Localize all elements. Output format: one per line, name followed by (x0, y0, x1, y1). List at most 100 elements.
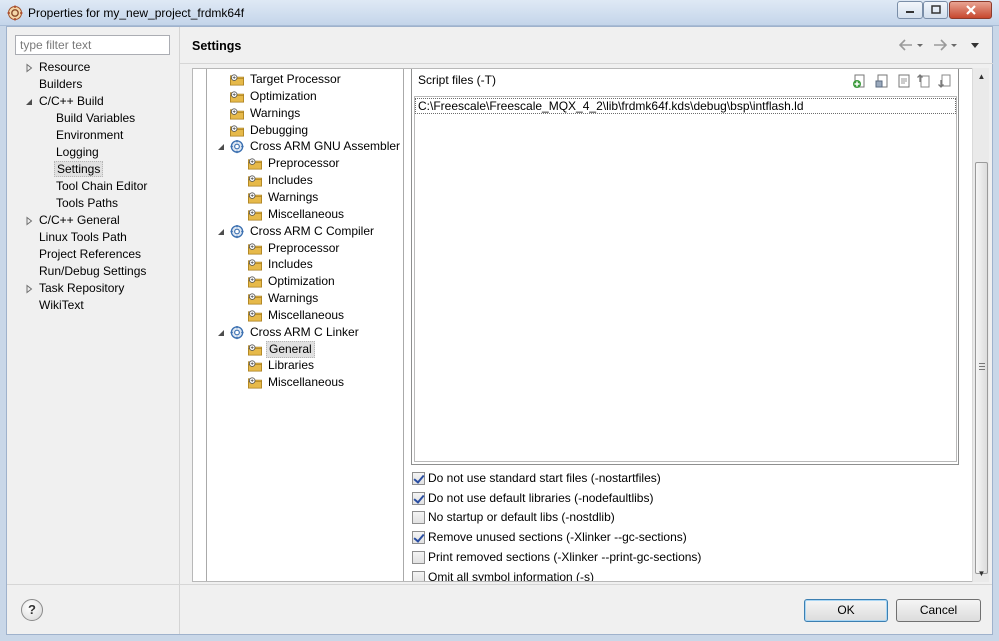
collapsed-twisty-icon[interactable] (24, 63, 34, 73)
expanded-twisty-icon[interactable] (216, 227, 226, 237)
header-divider (180, 63, 993, 64)
page-title: Settings (192, 39, 242, 53)
nav-item-run-debug-settings[interactable]: Run/Debug Settings (37, 263, 148, 280)
tool-gear-icon (230, 325, 244, 340)
settings-folder-icon (230, 108, 244, 120)
move-down-icon[interactable] (937, 73, 953, 89)
forward-dropdown-icon[interactable] (950, 39, 958, 53)
option-label: Omit all symbol information (-s) (428, 570, 595, 582)
checked-checkbox[interactable] (412, 492, 425, 505)
add-workspace-icon[interactable] (874, 73, 890, 89)
nav-item-resource[interactable]: Resource (26, 59, 92, 76)
settings-folder-icon (248, 192, 262, 204)
script-files-list[interactable]: C:\Freescale\Freescale_MQX_4_2\lib\frdmk… (414, 96, 957, 462)
nav-item-label: Tools Paths (56, 196, 119, 210)
unchecked-checkbox[interactable] (412, 571, 425, 581)
expanded-twisty-icon[interactable] (216, 328, 226, 338)
nav-item-linux-tools-path[interactable]: Linux Tools Path (37, 229, 129, 246)
nav-item-environment[interactable]: Environment (54, 127, 125, 144)
tool-tree-label: Includes (268, 173, 313, 187)
nav-item-c-c-build[interactable]: C/C++ Build (26, 93, 106, 110)
nav-item-label: Settings (54, 161, 104, 177)
nav-item-label: Tool Chain Editor (56, 179, 148, 193)
back-arrow-icon[interactable] (898, 39, 913, 53)
option-checkbox-row[interactable]: Do not use default libraries (-nodefault… (412, 490, 653, 506)
checked-checkbox[interactable] (412, 531, 425, 544)
nav-item-settings[interactable]: Settings (54, 161, 104, 178)
nav-item-c-c-general[interactable]: C/C++ General (26, 212, 122, 229)
settings-folder-icon (248, 243, 262, 255)
collapsed-twisty-icon[interactable] (24, 216, 34, 226)
scroll-up-arrow-icon[interactable]: ▲ (973, 68, 990, 85)
option-checkbox-row[interactable]: Print removed sections (-Xlinker --print… (412, 549, 701, 565)
nav-item-label: WikiText (39, 298, 84, 312)
filter-input[interactable] (15, 35, 170, 55)
scrollbar-thumb[interactable] (975, 162, 988, 574)
tool-tree-label: Preprocessor (268, 156, 340, 170)
tool-tree-label: Miscellaneous (268, 308, 345, 322)
nav-item-wikitext[interactable]: WikiText (37, 297, 86, 314)
cancel-button[interactable]: Cancel (896, 599, 981, 622)
maximize-button[interactable] (923, 1, 948, 19)
tool-tree-label: Cross ARM C Compiler (250, 224, 375, 238)
unchecked-checkbox[interactable] (412, 511, 425, 524)
back-dropdown-icon[interactable] (916, 39, 924, 53)
settings-folder-icon (248, 360, 262, 372)
nav-item-tools-paths[interactable]: Tools Paths (54, 195, 120, 212)
close-icon (965, 5, 976, 15)
settings-folder-icon (248, 209, 262, 221)
unchecked-checkbox[interactable] (412, 551, 425, 564)
tool-tree-label: Target Processor (250, 72, 341, 86)
settings-folder-icon (248, 175, 262, 187)
collapsed-twisty-icon[interactable] (24, 284, 34, 294)
tool-tree-label: Optimization (268, 274, 335, 288)
option-checkbox-row[interactable]: Omit all symbol information (-s) (412, 569, 595, 582)
nav-item-task-repository[interactable]: Task Repository (26, 280, 126, 297)
checked-checkbox[interactable] (412, 472, 425, 485)
nav-item-logging[interactable]: Logging (54, 144, 101, 161)
nav-item-build-variables[interactable]: Build Variables (54, 110, 137, 127)
minimize-button[interactable] (897, 1, 923, 19)
settings-folder-icon (248, 158, 262, 170)
script-file-entry[interactable]: C:\Freescale\Freescale_MQX_4_2\lib\frdmk… (415, 98, 956, 114)
app-icon (7, 5, 23, 21)
nav-item-project-references[interactable]: Project References (37, 246, 143, 263)
nav-item-builders[interactable]: Builders (37, 76, 84, 93)
settings-content: Target Processor Optimization Warnings Debu… (192, 68, 973, 582)
ok-button[interactable]: OK (804, 599, 888, 622)
vertical-scrollbar[interactable]: ▲ ▼ (972, 68, 989, 582)
settings-folder-icon (248, 276, 262, 288)
script-files-label: Script files (-T) (418, 73, 496, 87)
tool-settings-tree: Target Processor Optimization Warnings Debu… (206, 69, 404, 581)
minimize-icon (906, 11, 914, 13)
nav-item-label: C/C++ Build (39, 94, 104, 108)
settings-folder-icon (248, 310, 262, 322)
option-label: Do not use default libraries (-nodefault… (428, 491, 654, 505)
option-checkbox-row[interactable]: No startup or default libs (-nostdlib) (412, 509, 615, 525)
settings-folder-icon (248, 377, 262, 389)
forward-arrow-icon[interactable] (933, 39, 948, 53)
option-label: No startup or default libs (-nostdlib) (428, 510, 615, 524)
edit-icon[interactable] (896, 73, 912, 89)
nav-item-tool-chain-editor[interactable]: Tool Chain Editor (54, 178, 149, 195)
tool-tree-label: Debugging (250, 123, 309, 137)
scroll-down-arrow-icon[interactable]: ▼ (973, 565, 990, 582)
help-button[interactable]: ? (21, 599, 43, 621)
nav-item-label: Resource (39, 60, 91, 74)
expanded-twisty-icon[interactable] (216, 142, 226, 152)
nav-item-label: Project References (39, 247, 142, 261)
view-menu-icon[interactable] (970, 39, 980, 53)
tool-tree-label: Preprocessor (268, 241, 340, 255)
option-checkbox-row[interactable]: Do not use standard start files (-nostar… (412, 470, 661, 486)
tool-tree-label: Cross ARM C Linker (250, 325, 359, 339)
expanded-twisty-icon[interactable] (24, 97, 34, 107)
dialog-body: Resource Builders C/C++ Build Build Variabl… (6, 26, 993, 635)
nav-item-label: Linux Tools Path (39, 230, 127, 244)
close-button[interactable] (949, 1, 992, 19)
window-title: Properties for my_new_project_frdmk64f (28, 6, 245, 20)
option-checkbox-row[interactable]: Remove unused sections (-Xlinker --gc-se… (412, 529, 687, 545)
add-icon[interactable] (852, 73, 868, 89)
tool-tree-label: Miscellaneous (268, 375, 345, 389)
move-up-icon[interactable] (916, 73, 932, 89)
option-label: Do not use standard start files (-nostar… (428, 471, 661, 485)
